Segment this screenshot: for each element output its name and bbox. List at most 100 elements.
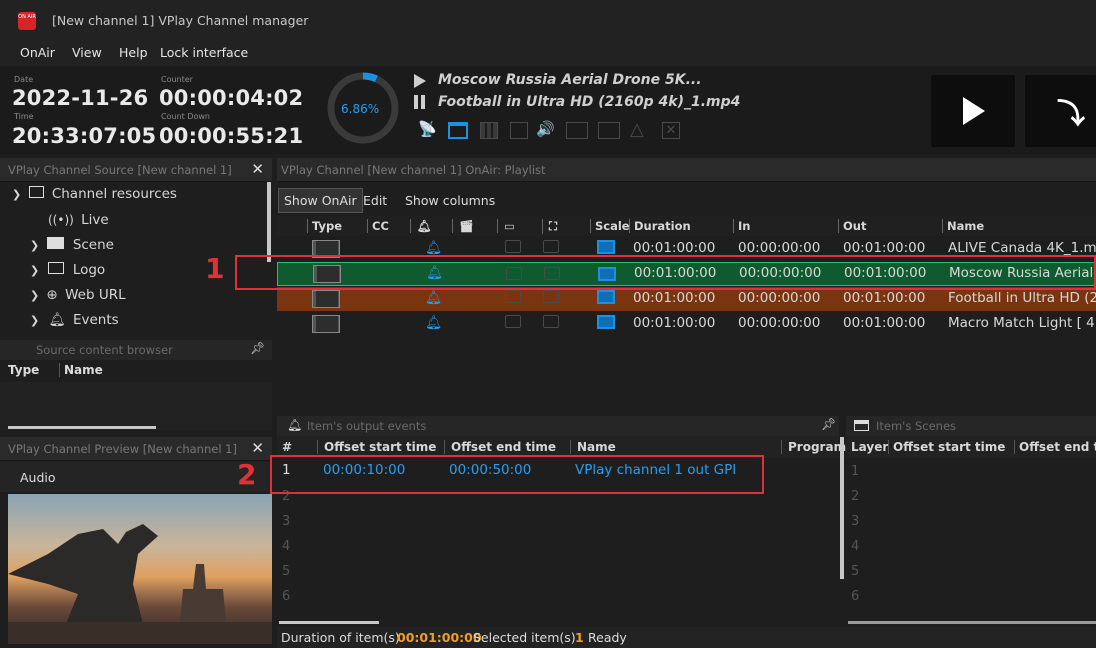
source-tree: ❯ Channel resources ((•)) Live ❯ Scene ❯… [0,182,272,342]
logo-icon [505,290,521,303]
next-button[interactable]: ⤵ [1025,75,1096,147]
chevron-right-icon: ❯ [30,289,40,302]
tab-show-onair[interactable]: Show OnAir [278,188,363,213]
menu-onair[interactable]: OnAir [20,45,55,60]
scenes-hscrollbar[interactable] [848,621,1096,624]
col-crop-header-icon[interactable]: ⛶ [542,219,557,234]
tree-item-web-url[interactable]: ❯ ⊕ Web URL [30,287,126,309]
tree-scrollbar[interactable] [267,182,271,262]
tab-show-columns[interactable]: Show columns [405,193,495,208]
tree-item-live[interactable]: ((•)) Live [48,212,109,234]
menu-help[interactable]: Help [119,45,148,60]
monitor-icon [28,186,44,198]
close-preview-panel-icon[interactable]: ✕ [251,439,264,457]
window-title: [New channel 1] VPlay Channel manager [52,13,309,28]
tree-item-label: Events [72,312,119,328]
playlist-toolbar: Show OnAir Edit Show columns [277,187,1096,213]
playlist-row-next[interactable]: 🔔︎ 00:01:00:00 00:00:00:00 00:01:00:00 F… [277,287,1096,311]
crop-icon [543,290,559,303]
col-offset-end[interactable]: Offset end ti [1014,440,1096,454]
events-vscrollbar[interactable] [840,437,844,579]
col-offset-start[interactable]: Offset start time [317,440,436,454]
tree-item-logo[interactable]: ❯ Logo [30,262,105,284]
ready-status: Ready [588,630,627,645]
play-button[interactable] [931,75,1015,147]
source-browser-header: Source content browser 📌︎ [0,340,272,360]
date-label: Date [14,75,34,84]
row-in: 00:00:00:00 [738,315,821,331]
statue-silhouette [8,524,272,644]
tree-item-events[interactable]: ❯ 🔔︎ Events [30,312,119,334]
pin-icon[interactable]: 📌︎ [250,341,265,355]
source-browser-columns: Type Name [8,363,270,381]
time-value: 20:33:07:05 [12,124,157,148]
tab-edit[interactable]: Edit [363,193,387,208]
selected-label: Selected item(s) [473,630,576,645]
row-duration: 00:01:00:00 [633,240,716,256]
col-offset-end[interactable]: Offset end time [444,440,556,454]
col-number[interactable]: # [282,440,292,454]
row-number: 1 [851,464,860,479]
bell-icon: 🔔︎ [48,312,66,328]
globe-icon: ⊕ [46,287,58,303]
status-icon-row: 📡 🔊 △ ✕ [418,119,714,143]
countdown-label: Count Down [161,112,210,121]
close-source-panel-icon[interactable]: ✕ [251,160,264,178]
row-duration: 00:01:00:00 [633,315,716,331]
preview-panel-title: VPlay Channel Preview [New channel 1] [8,442,237,456]
counter-value: 00:00:04:02 [159,86,304,110]
menu-lock-interface[interactable]: Lock interface [160,45,248,60]
col-type-header[interactable]: Type [307,219,342,233]
layout-icon [598,122,620,139]
row-out: 00:01:00:00 [843,240,926,256]
audio-label[interactable]: Audio [20,470,56,485]
col-scale-header[interactable]: Scale [590,219,630,233]
countdown-value: 00:00:55:21 [159,124,304,148]
clapper-icon [46,237,64,249]
scale-icon [597,240,615,254]
row-number: 5 [282,564,291,579]
row-number: 6 [282,589,291,604]
row-name: ALIVE Canada 4K_1.m [948,240,1096,256]
col-out-header[interactable]: Out [838,219,866,233]
screen-icon [566,122,588,139]
events-hscrollbar[interactable] [279,621,379,624]
crop-icon [543,240,559,253]
next-item: Football in Ultra HD (2160p 4k)_1.mp4 [438,94,741,110]
source-browser-scrollbar[interactable] [8,426,156,429]
col-event-header-icon[interactable]: 🔔︎ [410,219,432,233]
col-duration-header[interactable]: Duration [629,219,691,233]
crop-icon [543,315,559,328]
playlist-row[interactable]: 🔔︎ 00:01:00:00 00:00:00:00 00:01:00:00 M… [277,312,1096,336]
video-type-icon [312,315,340,333]
col-scene-header-icon[interactable]: 🎬︎ [452,219,474,233]
col-program[interactable]: Program [781,440,846,454]
row-number: 3 [851,514,860,529]
tree-item-channel-resources[interactable]: ❯ Channel resources [12,186,177,208]
col-cc-header[interactable]: CC [367,219,389,233]
pin-icon[interactable]: 📌︎ [821,417,836,431]
logo-icon [47,262,64,274]
col-type[interactable]: Type [8,363,39,377]
expand-chevron-icon: ❯ [12,188,22,201]
callout-number-2: 2 [237,458,257,491]
chevron-right-icon: ❯ [30,314,40,327]
app-badge-icon: ON AIR [18,12,36,30]
scale-icon [597,290,615,304]
col-offset-start[interactable]: Offset start time [888,440,1005,454]
selected-value: 1 [575,630,584,645]
tree-item-scene[interactable]: ❯ Scene [30,237,114,259]
col-layer[interactable]: Layer [851,440,888,454]
col-name[interactable]: Name [570,440,616,454]
col-name-header[interactable]: Name [942,219,984,233]
row-in: 00:00:00:00 [738,290,821,306]
col-in-header[interactable]: In [733,219,750,233]
scenes-column-header: Layer Offset start time Offset end ti [846,436,1096,458]
col-logo-header-icon[interactable]: ▭ [497,219,515,233]
menu-view[interactable]: View [72,45,102,60]
col-name[interactable]: Name [59,363,103,377]
row-number: 5 [851,564,860,579]
row-number: 3 [282,514,291,529]
preview-video [8,494,272,644]
row-number: 4 [282,539,291,554]
